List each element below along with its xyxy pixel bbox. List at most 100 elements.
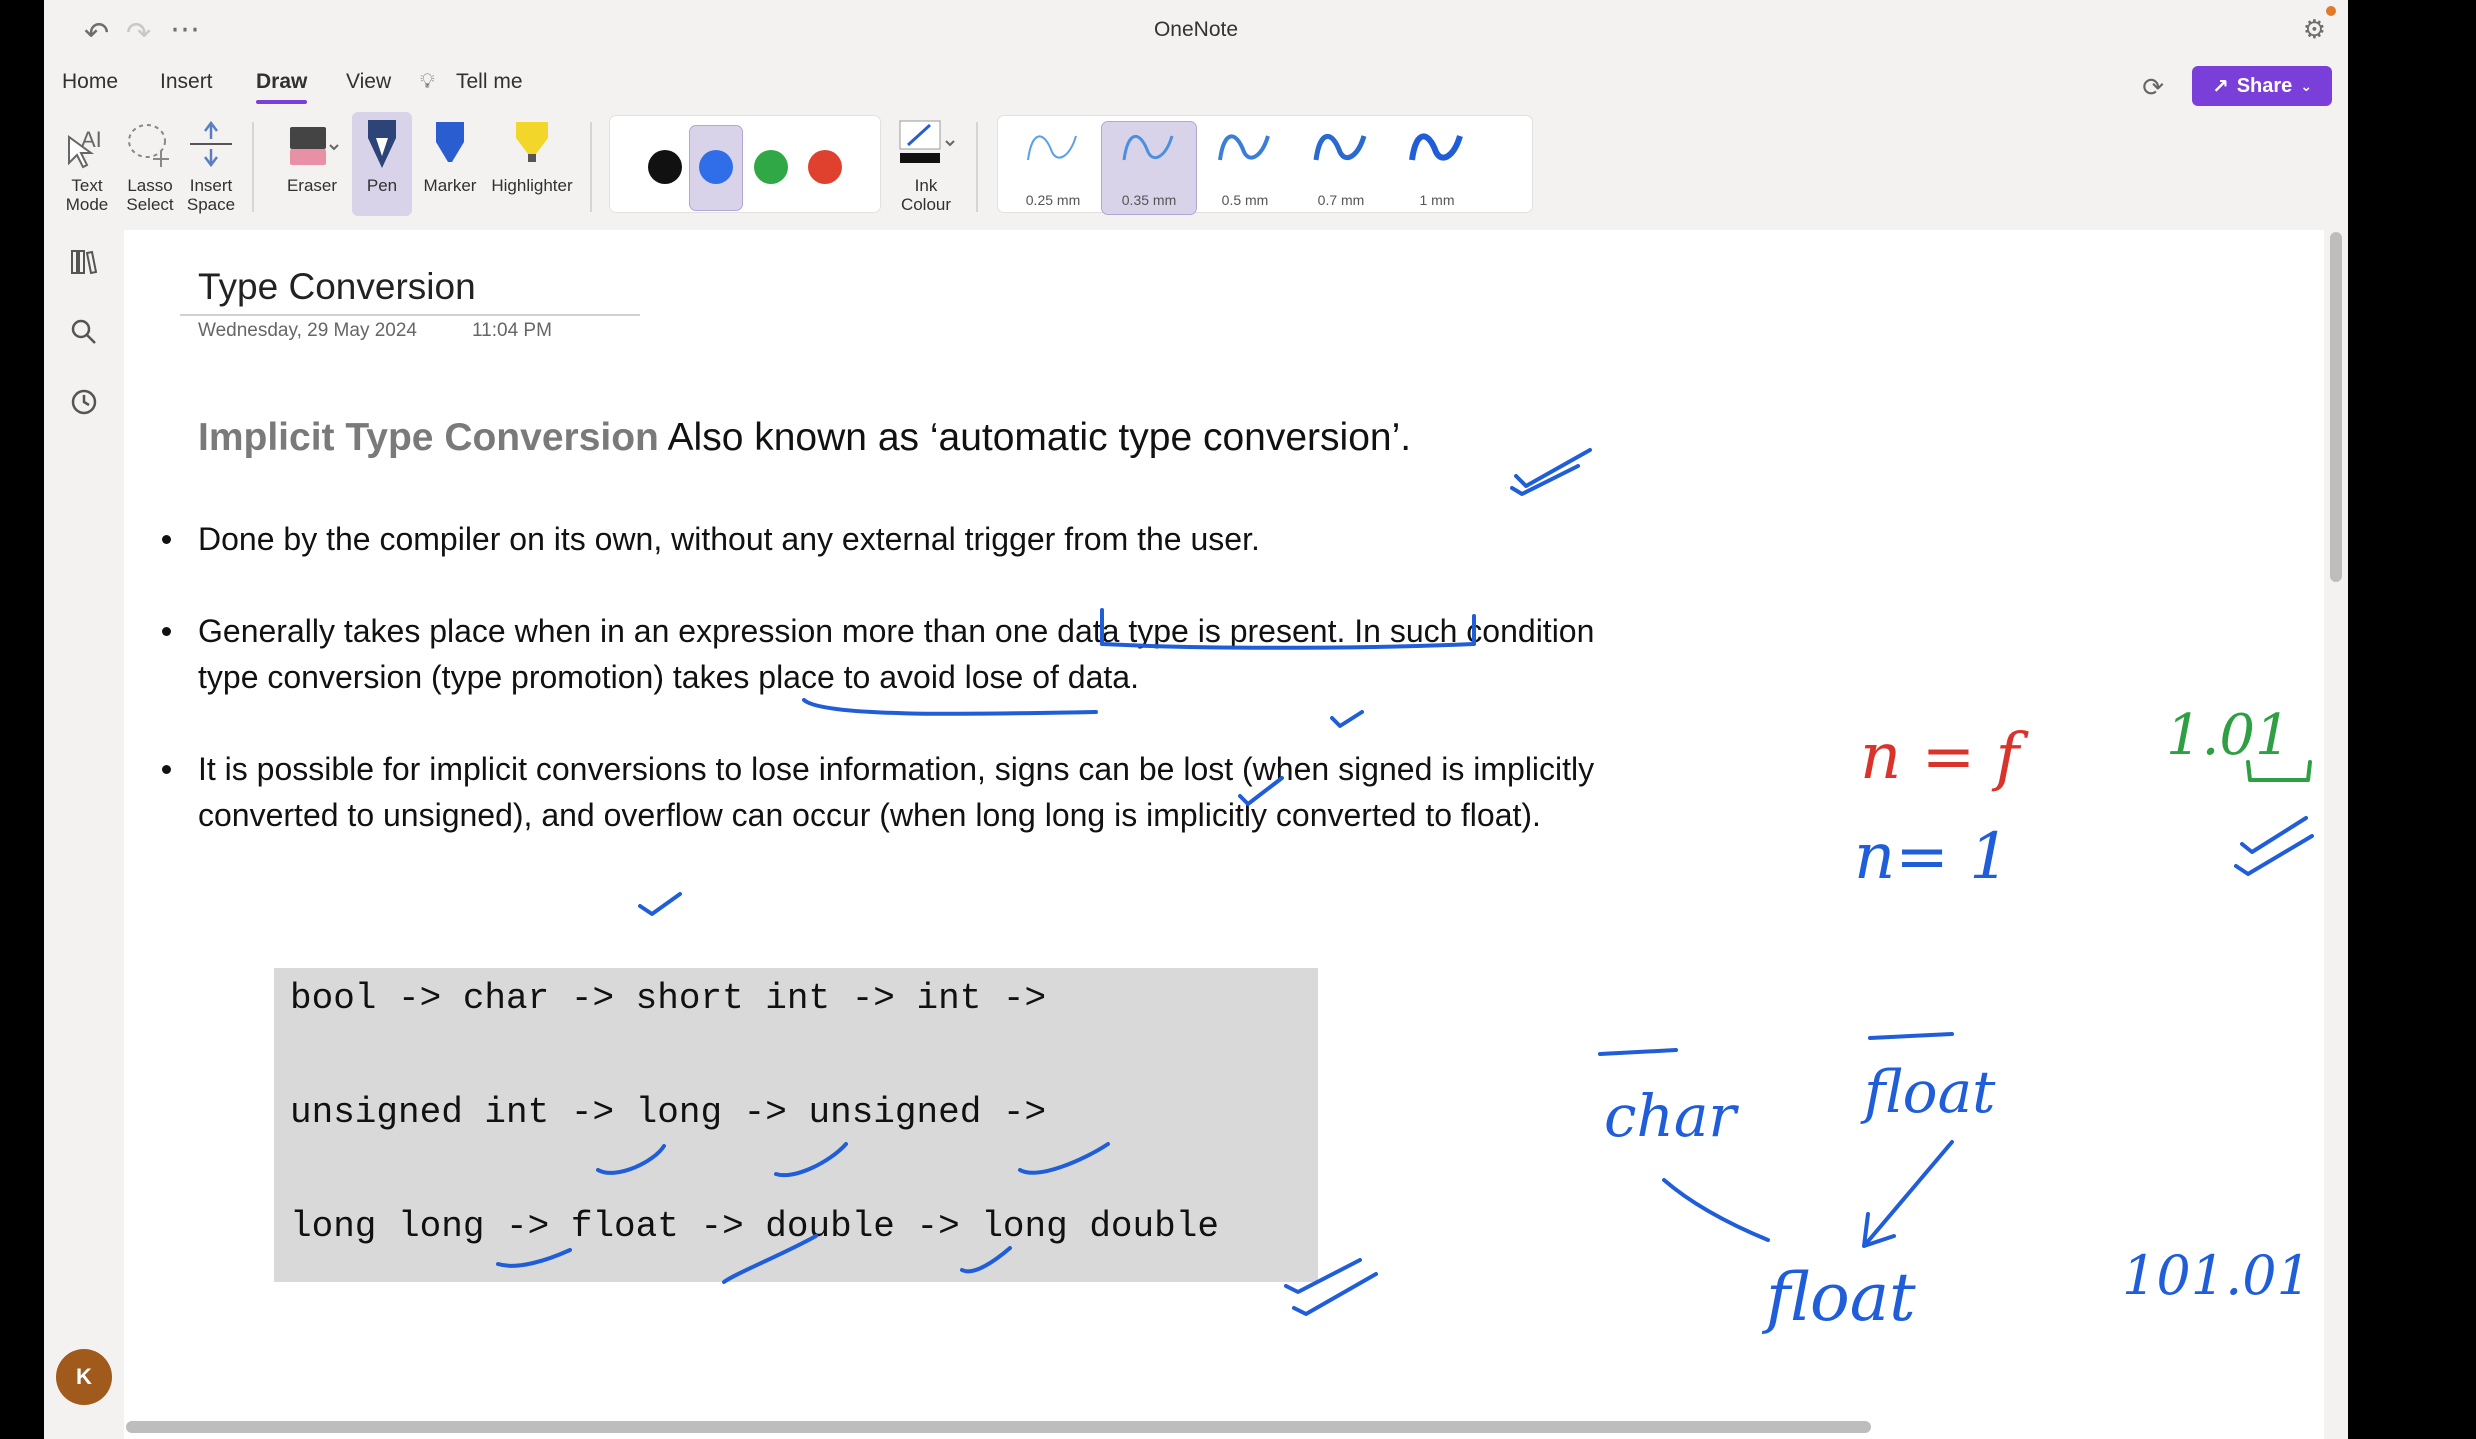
ink-check-mark xyxy=(1514,448,1592,488)
eraser-button[interactable]: Eraser xyxy=(272,112,352,216)
insert-space-icon xyxy=(182,112,240,176)
thickness-option[interactable]: 0.35 mm xyxy=(1102,122,1196,214)
stroke-sample-icon xyxy=(1122,134,1174,161)
ink-colour-button[interactable]: Ink Colour xyxy=(886,112,966,216)
ink-colour-label-1: Ink xyxy=(914,176,938,195)
thickness-label: 1 mm xyxy=(1419,192,1455,208)
stroke-sample-icon xyxy=(1409,133,1463,161)
page-date: Wednesday, 29 May 2024 xyxy=(198,320,417,341)
avatar[interactable]: K xyxy=(56,1349,112,1405)
eraser-label: Eraser xyxy=(286,176,338,195)
ink-colour-label-2: Colour xyxy=(900,195,952,214)
ink-text-green: 1.01 xyxy=(2166,703,2291,768)
tab-tell-me[interactable]: Tell me xyxy=(456,70,523,94)
text-mode-label-1: Text xyxy=(71,176,103,195)
color-black[interactable] xyxy=(648,150,682,184)
ribbon-divider xyxy=(252,122,254,212)
insert-space-label-1: Insert xyxy=(189,176,233,195)
search-icon[interactable] xyxy=(66,314,102,350)
highlighter-button[interactable]: Highlighter xyxy=(484,112,580,216)
lightbulb-icon: 💡︎ xyxy=(420,70,435,93)
share-icon: ↗ xyxy=(2211,75,2229,98)
insert-space-label-2: Space xyxy=(186,195,236,214)
horizontal-scrollbar[interactable] xyxy=(126,1421,1871,1433)
tab-view[interactable]: View xyxy=(346,70,391,94)
thickness-label: 0.5 mm xyxy=(1221,192,1269,208)
screen-edge xyxy=(2348,0,2476,1439)
code-line: long long -> float -> double -> long dou… xyxy=(290,1206,1219,1247)
ribbon-divider xyxy=(976,122,978,212)
eraser-icon xyxy=(272,112,352,176)
heading-bold: Implicit Type Conversion xyxy=(198,416,659,459)
lasso-icon xyxy=(122,112,178,176)
ink-bracket xyxy=(2246,760,2312,782)
thickness-option[interactable]: 1 mm xyxy=(1390,122,1484,214)
heading-rest: Also known as ‘automatic type conversion… xyxy=(658,416,1412,459)
tab-insert[interactable]: Insert xyxy=(160,70,213,94)
text-mode-button[interactable]: AI Text Mode xyxy=(62,112,112,216)
page-title[interactable]: Type Conversion xyxy=(198,266,476,308)
marker-icon xyxy=(418,112,482,176)
thickness-label: 0.35 mm xyxy=(1121,192,1177,208)
thickness-option[interactable]: 0.5 mm xyxy=(1198,122,1292,214)
thickness-label: 0.25 mm xyxy=(1025,192,1081,208)
recent-clock-icon[interactable] xyxy=(66,384,102,420)
stroke-sample-icon xyxy=(1218,134,1270,161)
list-item[interactable]: Generally takes place when in an express… xyxy=(162,608,1618,700)
stroke-sample-icon xyxy=(1027,135,1077,161)
ink-check-mark xyxy=(2234,834,2314,876)
left-navigation: K xyxy=(44,230,124,1439)
onenote-window: ↶ ↷ ⋯ OneNote ⚙ Home Insert Draw View 💡︎… xyxy=(44,0,2348,1439)
code-line: bool -> char -> short int -> int -> xyxy=(290,978,1047,1019)
account-icon[interactable]: ⚙ xyxy=(2303,14,2326,45)
marker-label: Marker xyxy=(423,176,477,195)
ink-text-red: n = f xyxy=(1860,720,2030,794)
ink-arrow xyxy=(1862,1140,1954,1248)
highlighter-label: Highlighter xyxy=(491,176,573,195)
list-item[interactable]: Done by the compiler on its own, without… xyxy=(162,516,1618,562)
ink-arrow-line xyxy=(1662,1178,1770,1242)
color-red[interactable] xyxy=(808,150,842,184)
ribbon-divider xyxy=(590,122,592,212)
color-blue[interactable] xyxy=(699,150,733,184)
ink-text-number: 101.01 xyxy=(2122,1244,2311,1307)
tab-home[interactable]: Home xyxy=(62,70,118,94)
thickness-option[interactable]: 0.25 mm xyxy=(1006,122,1100,214)
pen-button[interactable]: Pen xyxy=(352,112,412,216)
text-cursor-icon: AI xyxy=(62,112,112,176)
section-heading[interactable]: Implicit Type Conversion Also known as ‘… xyxy=(198,416,1411,460)
color-green[interactable] xyxy=(754,150,788,184)
share-button[interactable]: ↗ Share ⌄ xyxy=(2192,66,2332,106)
pen-label: Pen xyxy=(366,176,398,195)
list-item[interactable]: It is possible for implicit conversions … xyxy=(162,746,1618,838)
highlighter-icon xyxy=(484,112,580,176)
thickness-label: 0.7 mm xyxy=(1317,192,1365,208)
text-mode-label-2: Mode xyxy=(65,195,109,214)
share-label: Share xyxy=(2236,74,2293,97)
ink-check-mark xyxy=(1510,464,1580,496)
title-divider xyxy=(180,314,640,316)
color-palette xyxy=(610,116,880,212)
insert-space-button[interactable]: Insert Space xyxy=(182,112,240,216)
stroke-sample-icon xyxy=(1313,133,1367,161)
thickness-palette: 0.25 mm 0.35 mm 0.5 mm 0.7 mm 1 mm xyxy=(998,116,1532,214)
notebooks-icon[interactable] xyxy=(66,244,102,280)
ink-check-mark xyxy=(638,892,682,916)
menu-bar: Home Insert Draw View 💡︎ Tell me ⟳ ↗ Sha… xyxy=(44,66,2348,106)
note-page[interactable]: Type Conversion Wednesday, 29 May 2024 1… xyxy=(124,230,2324,1439)
code-block[interactable]: bool -> char -> short int -> int -> unsi… xyxy=(274,968,1318,1282)
sync-icon[interactable]: ⟳ xyxy=(2142,72,2164,103)
ink-text-char: char xyxy=(1604,1082,1739,1150)
ink-text-float-bottom: float xyxy=(1761,1259,1916,1336)
marker-button[interactable]: Marker xyxy=(418,112,482,216)
ink-colour-icon xyxy=(886,112,966,176)
thickness-option[interactable]: 0.7 mm xyxy=(1294,122,1388,214)
vertical-scrollbar[interactable] xyxy=(2330,232,2342,582)
tab-draw[interactable]: Draw xyxy=(256,70,308,104)
title-bar: ↶ ↷ ⋯ OneNote ⚙ xyxy=(44,0,2348,60)
lasso-select-button[interactable]: Lasso Select xyxy=(122,112,178,216)
ink-text-float-top: float xyxy=(1860,1058,1996,1126)
ink-overline xyxy=(1868,1032,1954,1040)
code-line: unsigned int -> long -> unsigned -> xyxy=(290,1092,1047,1133)
lasso-label-1: Lasso xyxy=(127,176,173,195)
